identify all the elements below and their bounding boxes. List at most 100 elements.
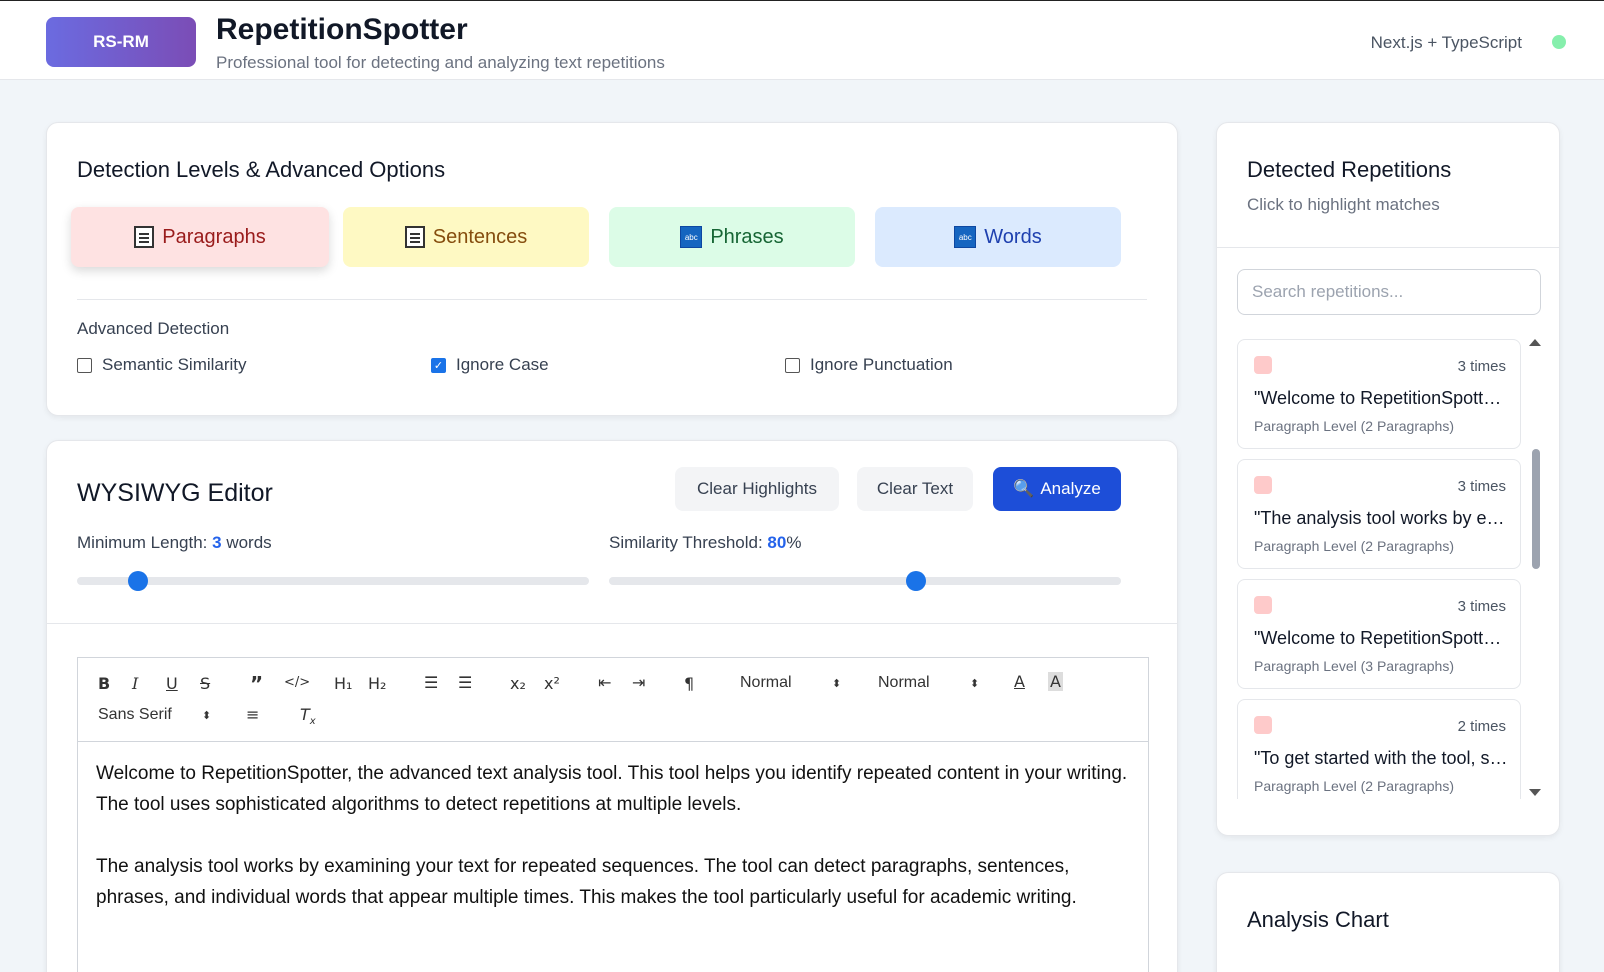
analysis-chart-card: Analysis Chart [1216, 872, 1560, 972]
level-label: Paragraphs [162, 225, 266, 248]
repetition-count: 2 times [1457, 718, 1506, 735]
repetitions-panel: Detected Repetitions Click to highlight … [1216, 122, 1560, 836]
ordered-list-icon[interactable]: ☰ [424, 673, 438, 692]
scroll-up-arrow-icon[interactable] [1529, 339, 1541, 346]
repetition-text: "Welcome to RepetitionSpotter, the advan… [1254, 388, 1510, 408]
background-color-icon[interactable]: A [1048, 672, 1063, 691]
blockquote-icon[interactable]: ” [250, 672, 263, 696]
similarity-label: Similarity Threshold: 80% [609, 533, 802, 552]
clear-text-button[interactable]: Clear Text [857, 467, 973, 511]
highlight-swatch [1254, 596, 1272, 614]
page-icon [134, 226, 155, 248]
memo-icon [404, 226, 425, 248]
divider [47, 623, 1177, 624]
bullet-list-icon[interactable]: ☰ [458, 673, 472, 692]
underline-button[interactable]: U [166, 674, 178, 693]
repetitions-list: 3 times "Welcome to RepetitionSpotter, t… [1237, 339, 1521, 799]
min-length-slider-thumb[interactable] [128, 571, 149, 591]
repetition-text: "Welcome to RepetitionSpotter, the advan… [1254, 628, 1510, 648]
level-label: Sentences [432, 225, 528, 248]
semantic-similarity-option[interactable]: Semantic Similarity [77, 355, 247, 375]
ignore-case-checkbox[interactable]: ✓ [431, 357, 446, 373]
strike-button[interactable]: S [200, 674, 210, 693]
min-length-slider[interactable] [77, 571, 589, 591]
app-header: RS-RM RepetitionSpotter Professional too… [0, 0, 1604, 80]
detection-title: Detection Levels & Advanced Options [77, 157, 446, 182]
level-words-button[interactable]: abc Words [875, 207, 1121, 267]
scrollbar-thumb[interactable] [1532, 449, 1540, 569]
heading1-button[interactable]: H₁ [334, 674, 352, 693]
level-label: Words [984, 225, 1042, 248]
level-phrases-button[interactable]: abc Phrases [609, 207, 855, 267]
app-logo[interactable]: RS-RM [46, 17, 196, 67]
clear-highlights-button[interactable]: Clear Highlights [675, 467, 839, 511]
app-title: RepetitionSpotter [216, 13, 468, 46]
superscript-button[interactable]: x² [544, 674, 560, 693]
align-icon[interactable]: ≡ [246, 705, 259, 724]
repetition-count: 3 times [1457, 478, 1506, 495]
divider [1217, 247, 1559, 248]
app-subtitle: Professional tool for detecting and anal… [216, 53, 665, 72]
repetition-meta: Paragraph Level (2 Paragraphs) [1254, 538, 1455, 554]
indent-icon[interactable]: ⇥ [632, 673, 645, 692]
abc-icon: abc [680, 226, 703, 248]
analyze-button[interactable]: 🔍 Analyze [993, 467, 1121, 511]
highlight-swatch [1254, 716, 1272, 734]
size-select[interactable]: Normal ⬍ [878, 674, 988, 692]
min-length-value: 3 [212, 533, 222, 552]
repetition-meta: Paragraph Level (2 Paragraphs) [1254, 778, 1455, 794]
repetition-item[interactable]: 2 times "To get started with the tool, s… [1237, 699, 1521, 799]
editor-content[interactable]: Welcome to RepetitionSpotter, the advanc… [96, 758, 1136, 944]
ignore-punctuation-option[interactable]: Ignore Punctuation [785, 355, 953, 375]
repetitions-subtitle: Click to highlight matches [1247, 195, 1440, 214]
repetition-item[interactable]: 3 times "Welcome to RepetitionSpotter, t… [1237, 339, 1521, 449]
text-direction-icon[interactable]: ¶ [684, 674, 694, 693]
editor-title: WYSIWYG Editor [77, 479, 273, 507]
level-sentences-button[interactable]: Sentences [343, 207, 589, 267]
editor-paragraph: The analysis tool works by examining you… [96, 856, 1077, 908]
rich-text-editor: B I U S ” </> H₁ H₂ ☰ ☰ x₂ x² ⇤ ⇥ ¶ Norm… [77, 657, 1149, 972]
highlight-swatch [1254, 356, 1272, 374]
editor-card: WYSIWYG Editor Clear Highlights Clear Te… [46, 440, 1178, 972]
option-label: Ignore Case [456, 355, 549, 374]
repetition-item[interactable]: 3 times "Welcome to RepetitionSpotter, t… [1237, 579, 1521, 689]
repetition-item[interactable]: 3 times "The analysis tool works by exam… [1237, 459, 1521, 569]
editor-toolbar: B I U S ” </> H₁ H₂ ☰ ☰ x₂ x² ⇤ ⇥ ¶ Norm… [78, 658, 1148, 742]
repetition-count: 3 times [1457, 598, 1506, 615]
repetition-meta: Paragraph Level (2 Paragraphs) [1254, 418, 1455, 434]
abc-icon: abc [954, 226, 977, 248]
level-paragraphs-button[interactable]: Paragraphs [71, 207, 329, 267]
highlight-swatch [1254, 476, 1272, 494]
tech-stack-label: Next.js + TypeScript [1370, 33, 1522, 52]
repetitions-search-input[interactable] [1237, 269, 1541, 315]
analyze-label: Analyze [1040, 479, 1101, 498]
ignore-punctuation-checkbox[interactable] [785, 357, 800, 373]
repetition-text: "The analysis tool works by examining yo… [1254, 508, 1510, 528]
code-icon[interactable]: </> [284, 675, 310, 690]
advanced-detection-label: Advanced Detection [77, 319, 230, 338]
similarity-slider-thumb[interactable] [906, 571, 927, 591]
magnifier-icon: 🔍 [1013, 479, 1035, 498]
option-label: Ignore Punctuation [810, 355, 953, 374]
chart-title: Analysis Chart [1247, 907, 1389, 932]
italic-button[interactable]: I [132, 674, 138, 693]
font-select[interactable]: Sans Serif ⬍ [98, 706, 218, 724]
detection-options-card: Detection Levels & Advanced Options Para… [46, 122, 1178, 416]
scroll-down-arrow-icon[interactable] [1529, 789, 1541, 796]
heading2-button[interactable]: H₂ [368, 674, 386, 693]
ignore-case-option[interactable]: ✓ Ignore Case [431, 355, 549, 375]
subscript-button[interactable]: x₂ [510, 674, 526, 693]
clear-format-icon[interactable]: Tx [300, 705, 316, 727]
bold-button[interactable]: B [98, 674, 110, 693]
semantic-similarity-checkbox[interactable] [77, 357, 92, 373]
header-select[interactable]: Normal ⬍ [740, 674, 850, 692]
repetition-count: 3 times [1457, 358, 1506, 375]
repetitions-title: Detected Repetitions [1247, 157, 1452, 182]
editor-paragraph: Welcome to RepetitionSpotter, the advanc… [96, 763, 1128, 815]
text-color-icon[interactable]: A [1014, 672, 1025, 691]
outdent-icon[interactable]: ⇤ [598, 673, 611, 692]
repetition-text: "To get started with the tool, simply pa… [1254, 748, 1510, 768]
similarity-slider[interactable] [609, 571, 1121, 591]
repetition-meta: Paragraph Level (3 Paragraphs) [1254, 658, 1455, 674]
status-indicator [1552, 35, 1566, 49]
